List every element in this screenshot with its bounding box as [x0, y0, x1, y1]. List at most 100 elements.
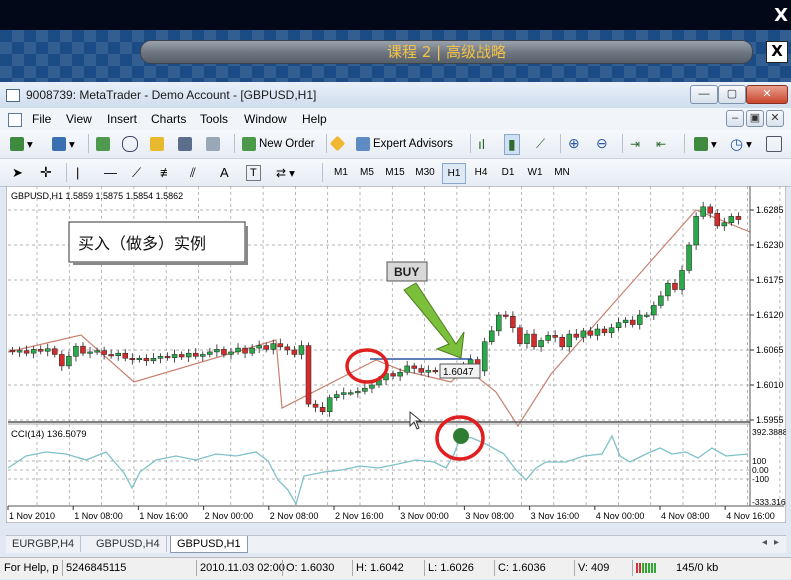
- periods-button[interactable]: ◷ ▾: [730, 134, 752, 153]
- status-bar: For Help, p 5246845115 2010.11.03 02:00 …: [0, 557, 791, 579]
- menu-help[interactable]: Help: [302, 112, 327, 126]
- child-close-button[interactable]: ✕: [766, 110, 784, 127]
- tabs-scroll-right-icon[interactable]: ▸: [774, 537, 779, 548]
- tester-button[interactable]: [206, 134, 220, 153]
- market-watch-button[interactable]: [96, 134, 110, 153]
- timeframe-m15[interactable]: M15: [382, 163, 408, 182]
- drawing-toolbar: ➤ ✛ | — ⟋ ≢ ⫽ A T ⇄ ▾ M1 M5 M15 M30 H1 H4…: [0, 159, 791, 187]
- line-chart-button[interactable]: ⟋: [536, 134, 545, 153]
- tab-gbpusd-h1[interactable]: GBPUSD,H1: [170, 536, 248, 553]
- alert-button[interactable]: [329, 134, 346, 153]
- time-tick: 3 Nov 16:00: [531, 511, 580, 521]
- status-volume: V: 409: [578, 562, 610, 574]
- cursor-tool[interactable]: ➤: [12, 163, 23, 182]
- new-order-label: New Order: [259, 137, 315, 150]
- tab-gbpusd-h4[interactable]: GBPUSD,H4: [90, 536, 167, 552]
- tab-eurgbp-h4[interactable]: EURGBP,H4: [6, 536, 82, 552]
- child-minimize-button[interactable]: –: [726, 110, 744, 127]
- warning-icon: [329, 135, 346, 152]
- annotation-box: 买入（做多）实例: [68, 221, 248, 265]
- maximize-button[interactable]: ▢: [718, 85, 746, 104]
- price-tick: 1.6175: [756, 275, 784, 285]
- chart-shift-button[interactable]: ⇤: [656, 134, 666, 153]
- cci-tick: -100: [752, 474, 769, 484]
- price-tick: 1.6010: [756, 380, 784, 390]
- svg-text:1.6047: 1.6047: [443, 367, 474, 378]
- expert-advisors-button[interactable]: Expert Advisors: [356, 134, 453, 153]
- timeframe-mn[interactable]: MN: [551, 163, 573, 182]
- time-tick: 2 Nov 00:00: [205, 511, 254, 521]
- price-tick: 1.6065: [756, 345, 784, 355]
- crosshair-icon: [122, 135, 138, 152]
- zoom-out-icon: ⊖: [596, 135, 608, 151]
- window-title: 9008739: MetaTrader - Demo Account - [GB…: [26, 88, 317, 102]
- channel-icon: ⫽: [190, 164, 196, 180]
- new-order-icon: [242, 136, 256, 151]
- zoom-in-button[interactable]: ⊕: [568, 134, 580, 153]
- indicators-button[interactable]: ▾: [694, 134, 717, 153]
- lesson-title: 课程 2 | 高级战略: [140, 40, 753, 64]
- autoscroll-button[interactable]: ⇥: [630, 134, 640, 153]
- trendline-tool[interactable]: ⟋: [132, 163, 141, 182]
- crosshair-tool[interactable]: ✛: [40, 163, 52, 182]
- profiles-button[interactable]: ▾: [52, 134, 75, 153]
- overlay-close-button[interactable]: X: [774, 5, 788, 26]
- timeframe-h1[interactable]: H1: [442, 163, 466, 184]
- close-button[interactable]: ✕: [746, 85, 788, 104]
- timeframe-h4[interactable]: H4: [470, 163, 492, 182]
- menu-insert[interactable]: Insert: [107, 112, 137, 126]
- buy-label: BUY: [394, 265, 419, 279]
- chart-shift-icon: ⇤: [656, 136, 667, 151]
- app-icon: [6, 89, 20, 102]
- price-tick: 1.6120: [756, 310, 784, 320]
- vertical-line-tool[interactable]: |: [76, 163, 79, 182]
- tester-icon: [206, 136, 220, 151]
- tabs-scroll-left-icon[interactable]: ◂: [762, 537, 767, 548]
- cci-tick: -333.316: [752, 497, 786, 507]
- time-tick: 1 Nov 08:00: [74, 511, 123, 521]
- chart-doc-icon[interactable]: [8, 113, 22, 127]
- time-tick: 1 Nov 16:00: [139, 511, 188, 521]
- timeframe-d1[interactable]: D1: [497, 163, 519, 182]
- text-label-tool[interactable]: T: [246, 165, 261, 181]
- lesson-header: 课程 2 | 高级战略 X: [0, 30, 791, 82]
- cci-signal-dot: [453, 428, 469, 444]
- status-traffic: 145/0 kb: [676, 562, 719, 574]
- new-order-button[interactable]: New Order: [242, 134, 315, 153]
- menu-window[interactable]: Window: [244, 112, 287, 126]
- lesson-close-button[interactable]: X: [766, 41, 788, 63]
- menu-view[interactable]: View: [66, 112, 92, 126]
- price-tag: 1.6047: [439, 363, 481, 379]
- trendline-icon: ⟋: [132, 164, 142, 180]
- horizontal-line-tool[interactable]: —: [104, 163, 117, 182]
- bar-chart-button[interactable]: ıl: [478, 134, 485, 153]
- timeframe-w1[interactable]: W1: [524, 163, 546, 182]
- time-tick: 4 Nov 16:00: [726, 511, 775, 521]
- time-tick: 2 Nov 08:00: [270, 511, 319, 521]
- menu-charts[interactable]: Charts: [151, 112, 186, 126]
- time-tick: 1 Nov 2010: [9, 511, 55, 521]
- terminal-button[interactable]: [178, 134, 192, 153]
- price-tick: 1.6230: [756, 240, 784, 250]
- timeframe-m5[interactable]: M5: [356, 163, 378, 182]
- templates-button[interactable]: [766, 134, 782, 153]
- navigator-button[interactable]: [150, 134, 164, 153]
- new-chart-button[interactable]: ▾: [10, 134, 33, 153]
- child-restore-button[interactable]: ▣: [746, 110, 764, 127]
- minimize-button[interactable]: —: [690, 85, 718, 104]
- status-open: O: 1.6030: [286, 562, 335, 574]
- fibonacci-tool[interactable]: ≢: [160, 163, 173, 182]
- menu-tools[interactable]: Tools: [200, 112, 228, 126]
- zoom-out-button[interactable]: ⊖: [596, 134, 608, 153]
- star-icon: [150, 136, 164, 151]
- menu-file[interactable]: File: [32, 112, 51, 126]
- arrows-tool[interactable]: ⇄ ▾: [276, 163, 295, 182]
- timeframe-m1[interactable]: M1: [330, 163, 352, 182]
- fibonacci-icon: ≢: [160, 165, 173, 180]
- data-window-button[interactable]: [122, 134, 138, 153]
- channel-tool[interactable]: ⫽: [190, 163, 196, 182]
- timeframe-m30[interactable]: M30: [412, 163, 438, 182]
- text-tool[interactable]: A: [220, 163, 229, 182]
- price-chart[interactable]: 1.6285 1.6230 1.6175 1.6120 1.6065 1.6010 1.59…: [6, 186, 786, 523]
- candlestick-button[interactable]: ▮: [504, 134, 520, 155]
